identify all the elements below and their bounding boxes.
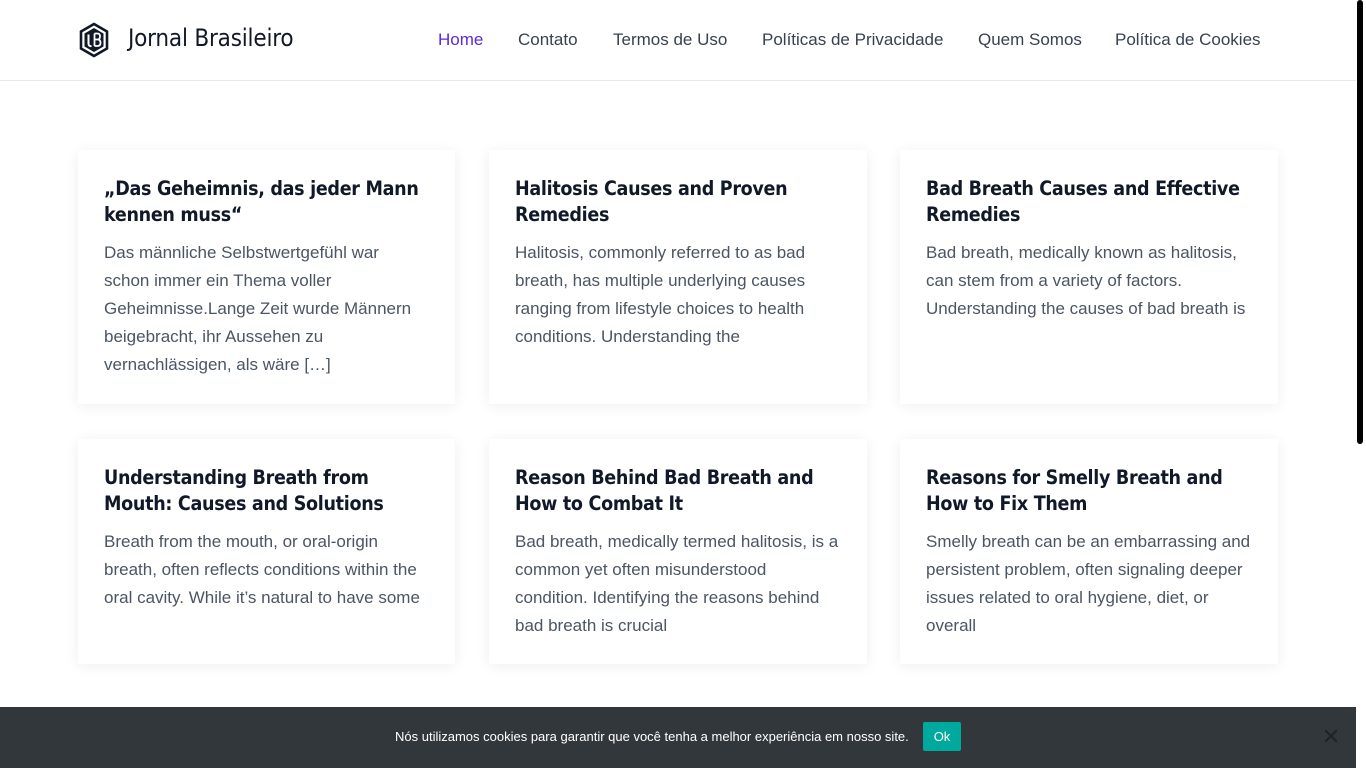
nav-item-politica-de-cookies[interactable]: Política de Cookies: [1115, 30, 1261, 50]
nav-item-termos-de-uso[interactable]: Termos de Uso: [613, 30, 727, 50]
post-card: Halitosis Causes and Proven Remedies Hal…: [489, 150, 867, 404]
post-excerpt: Bad breath, medically known as halitosis…: [926, 243, 1246, 318]
cookie-message: Nós utilizamos cookies para garantir que…: [395, 729, 909, 744]
post-card: Reasons for Smelly Breath and How to Fix…: [900, 439, 1278, 664]
post-card: Understanding Breath from Mouth: Causes …: [78, 439, 455, 664]
cookie-notice: Nós utilizamos cookies para garantir que…: [0, 707, 1356, 768]
nav-item-home[interactable]: Home: [438, 30, 483, 50]
nav-item-contato[interactable]: Contato: [518, 30, 578, 50]
post-excerpt: Bad breath, medically termed halitosis, …: [515, 532, 839, 635]
cookie-close-button[interactable]: [1323, 728, 1339, 744]
post-title[interactable]: „Das Geheimnis, das jeder Mann kennen mu…: [104, 176, 429, 228]
post-excerpt: Smelly breath can be an embarrassing and…: [926, 532, 1251, 635]
post-card: „Das Geheimnis, das jeder Mann kennen mu…: [78, 150, 455, 404]
post-excerpt: Halitosis, commonly referred to as bad b…: [515, 243, 806, 346]
post-excerpt: Breath from the mouth, or oral-origin br…: [104, 532, 420, 607]
site-header: Jornal Brasileiro Home Contato Termos de…: [0, 0, 1356, 81]
nav-item-quem-somos[interactable]: Quem Somos: [978, 30, 1082, 50]
cookie-ok-button[interactable]: Ok: [923, 722, 961, 751]
post-excerpt: Das männliche Selbstwertgefühl war schon…: [104, 243, 412, 374]
post-card: Bad Breath Causes and Effective Remedies…: [900, 150, 1278, 404]
main-nav: Home Contato Termos de Uso Políticas de …: [0, 30, 1356, 50]
post-title[interactable]: Bad Breath Causes and Effective Remedies: [926, 176, 1252, 228]
post-title[interactable]: Reason Behind Bad Breath and How to Comb…: [515, 465, 841, 517]
post-card: Reason Behind Bad Breath and How to Comb…: [489, 439, 867, 664]
scrollbar-thumb[interactable]: [1357, 0, 1363, 444]
post-title[interactable]: Understanding Breath from Mouth: Causes …: [104, 465, 429, 517]
post-title[interactable]: Reasons for Smelly Breath and How to Fix…: [926, 465, 1252, 517]
nav-item-politicas-de-privacidade[interactable]: Políticas de Privacidade: [762, 30, 943, 50]
post-title[interactable]: Halitosis Causes and Proven Remedies: [515, 176, 841, 228]
close-icon: [1324, 729, 1338, 743]
